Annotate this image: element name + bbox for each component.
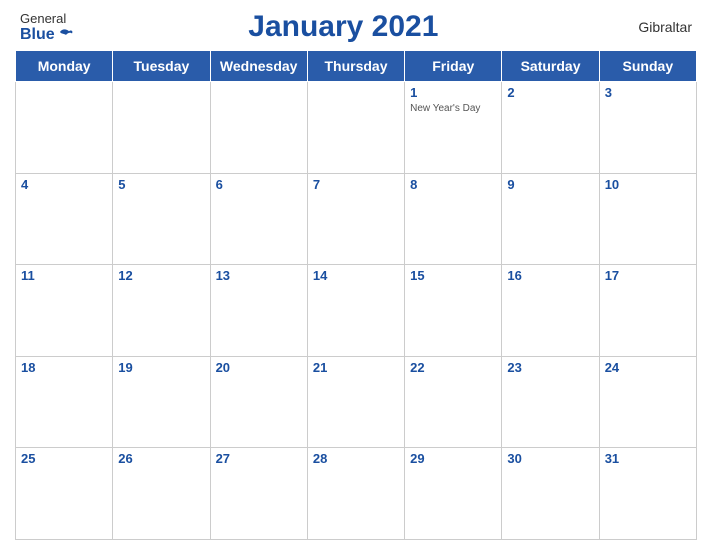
calendar-day-6: 6	[210, 173, 307, 265]
day-number: 23	[507, 360, 593, 376]
week-row-3: 11 12 13 14 15 16 17	[16, 265, 697, 357]
day-number: 8	[410, 177, 496, 193]
calendar-day-10: 10	[599, 173, 696, 265]
calendar-day-26: 26	[113, 448, 210, 540]
day-number: 19	[118, 360, 204, 376]
logo: General Blue	[20, 11, 75, 44]
calendar-day-11: 11	[16, 265, 113, 357]
calendar-day-28: 28	[307, 448, 404, 540]
week-row-2: 456789 10	[16, 173, 697, 265]
calendar-day-1: 1 New Year's Day	[405, 82, 502, 174]
calendar-day-12: 12	[113, 265, 210, 357]
day-number: 28	[313, 451, 399, 467]
calendar-body: 1New Year's Day2345678910111213141516171…	[16, 82, 697, 540]
calendar-empty	[113, 82, 210, 174]
calendar-day-9: 9	[502, 173, 599, 265]
day-number: 2	[507, 85, 593, 101]
calendar-day-4: 4	[16, 173, 113, 265]
weekday-header-saturday: Saturday	[502, 51, 599, 82]
logo-blue-text: Blue	[20, 26, 75, 44]
week-row-5: 25 26 27 28 29 30 31	[16, 448, 697, 540]
calendar-day-2: 2	[502, 82, 599, 174]
calendar-day-17: 17	[599, 265, 696, 357]
logo-general-text: General	[20, 11, 66, 26]
calendar-header: General Blue January 2021 Gibraltar	[15, 10, 697, 44]
calendar-day-21: 21	[307, 356, 404, 448]
weekday-header: MondayTuesdayWednesdayThursdayFridaySatu…	[16, 51, 697, 82]
calendar-day-8: 8	[405, 173, 502, 265]
calendar-day-27: 27	[210, 448, 307, 540]
day-number: 13	[216, 268, 302, 284]
calendar-day-14: 14	[307, 265, 404, 357]
day-number: 6	[216, 177, 302, 193]
calendar-day-3: 3	[599, 82, 696, 174]
day-number: 3	[605, 85, 691, 101]
day-number: 29	[410, 451, 496, 467]
weekday-header-sunday: Sunday	[599, 51, 696, 82]
calendar-day-24: 24	[599, 356, 696, 448]
holiday-label: New Year's Day	[410, 103, 496, 115]
day-number: 25	[21, 451, 107, 467]
calendar-day-7: 7	[307, 173, 404, 265]
day-number: 10	[605, 177, 691, 193]
day-number: 14	[313, 268, 399, 284]
day-number: 9	[507, 177, 593, 193]
day-number: 7	[313, 177, 399, 193]
day-number: 20	[216, 360, 302, 376]
calendar-empty	[16, 82, 113, 174]
calendar-empty	[210, 82, 307, 174]
week-row-4: 18 19 20 21 22 23 24	[16, 356, 697, 448]
day-number: 11	[21, 268, 107, 284]
weekday-header-thursday: Thursday	[307, 51, 404, 82]
day-number: 21	[313, 360, 399, 376]
calendar-day-30: 30	[502, 448, 599, 540]
day-number: 31	[605, 451, 691, 467]
calendar-day-15: 15	[405, 265, 502, 357]
calendar-day-16: 16	[502, 265, 599, 357]
weekday-header-wednesday: Wednesday	[210, 51, 307, 82]
day-number: 30	[507, 451, 593, 467]
day-number: 17	[605, 268, 691, 284]
calendar-day-22: 22	[405, 356, 502, 448]
calendar-table: MondayTuesdayWednesdayThursdayFridaySatu…	[15, 50, 697, 540]
weekday-header-friday: Friday	[405, 51, 502, 82]
day-number: 12	[118, 268, 204, 284]
day-number: 15	[410, 268, 496, 284]
day-number: 27	[216, 451, 302, 467]
logo-bird-icon	[57, 26, 75, 44]
country-label: Gibraltar	[612, 19, 692, 35]
day-number: 18	[21, 360, 107, 376]
calendar-day-20: 20	[210, 356, 307, 448]
day-number: 1	[410, 85, 496, 101]
day-number: 22	[410, 360, 496, 376]
weekday-header-monday: Monday	[16, 51, 113, 82]
calendar-day-29: 29	[405, 448, 502, 540]
calendar-day-23: 23	[502, 356, 599, 448]
day-number: 26	[118, 451, 204, 467]
day-number: 16	[507, 268, 593, 284]
day-number: 5	[118, 177, 204, 193]
calendar-day-18: 18	[16, 356, 113, 448]
day-number: 4	[21, 177, 107, 193]
calendar-day-5: 5	[113, 173, 210, 265]
calendar-day-19: 19	[113, 356, 210, 448]
calendar-empty	[307, 82, 404, 174]
calendar-header-row: MondayTuesdayWednesdayThursdayFridaySatu…	[16, 51, 697, 82]
day-number: 24	[605, 360, 691, 376]
calendar-day-13: 13	[210, 265, 307, 357]
calendar-title: January 2021	[75, 10, 612, 44]
weekday-header-tuesday: Tuesday	[113, 51, 210, 82]
week-row-1: 1 New Year's Day 23	[16, 82, 697, 174]
calendar-day-31: 31	[599, 448, 696, 540]
calendar-day-25: 25	[16, 448, 113, 540]
